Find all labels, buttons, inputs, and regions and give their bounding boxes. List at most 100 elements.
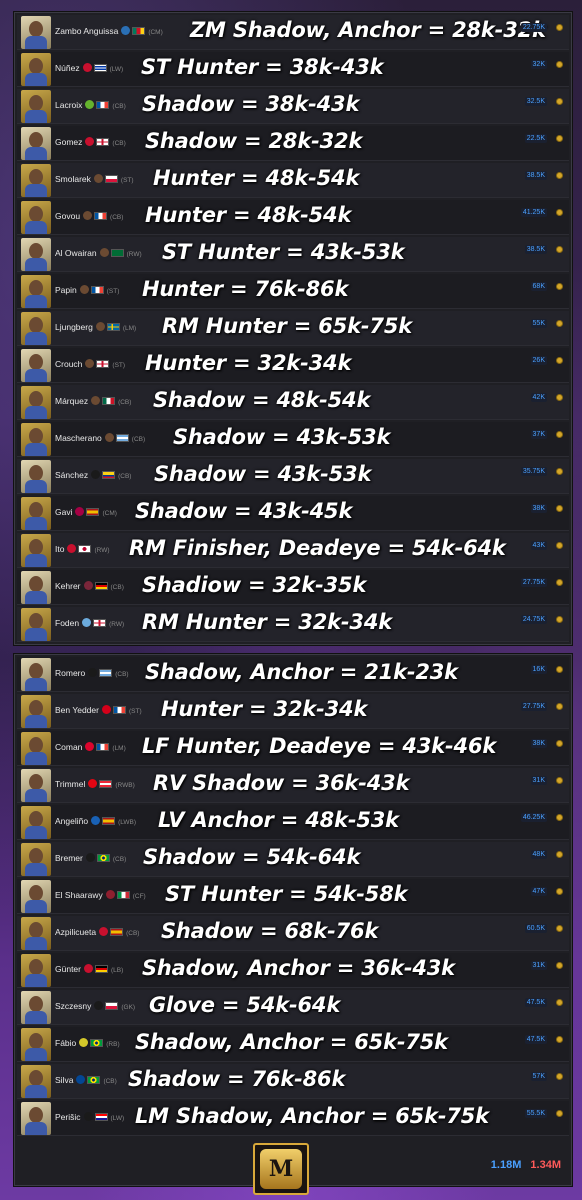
player-name-text: Sánchez: [55, 470, 89, 480]
player-avatar: [21, 917, 51, 950]
coin-icon: [556, 579, 563, 586]
player-row[interactable]: Gomez (CB) Shadow = 28k-32k 22.5K: [17, 126, 569, 161]
player-row[interactable]: Bremer (CB) Shadow = 54k-64k 48K: [17, 842, 569, 877]
player-name-text: El Shaarawy: [55, 890, 103, 900]
nation-flag-icon: [87, 1076, 101, 1084]
player-position: (CB): [118, 473, 132, 480]
player-row[interactable]: Kehrer (CB) Shadiow = 32k-35k 27.75K: [17, 570, 569, 605]
coin-icon: [556, 320, 563, 327]
player-name-text: Al Owairan: [55, 248, 97, 258]
nation-flag-icon: [94, 582, 108, 590]
player-position: (LM): [112, 745, 126, 752]
player-row[interactable]: Trimmel (RWB) RV Shadow = 36k-43k 31K: [17, 768, 569, 803]
coin-icon: [556, 542, 563, 549]
price-note-overlay: Shadow = 54k-64k: [143, 845, 361, 869]
player-row[interactable]: Silva (CB) Shadow = 76k-86k 57K: [17, 1064, 569, 1099]
player-row[interactable]: Perišic (LW) LM Shadow, Anchor = 65k-75k 55…: [17, 1101, 569, 1136]
player-row[interactable]: Márquez (CB) Shadow = 48k-54k 42K: [17, 385, 569, 420]
price-note-overlay: RM Hunter = 65k-75k: [162, 314, 413, 338]
player-price: 22.5K: [524, 134, 547, 143]
player-name-text: Smolarek: [55, 174, 91, 184]
player-row[interactable]: Ljungberg (LM) RM Hunter = 65k-75k 55K: [17, 311, 569, 346]
player-name: Al Owairan (RW): [55, 248, 142, 258]
player-row[interactable]: Fábio (RB) Shadow, Anchor = 65k-75k 47.5K: [17, 1027, 569, 1062]
player-price: 46.25K: [520, 813, 547, 822]
nation-flag-icon: [96, 138, 110, 146]
coin-icon: [556, 98, 563, 105]
player-list-panel-bottom: 1.18M 1.34M Romero (CB) Shadow, Anchor = 2…: [14, 654, 572, 1186]
player-position: (CB): [103, 1078, 117, 1085]
nation-flag-icon: [102, 397, 116, 405]
player-name-text: Fábio: [55, 1038, 77, 1048]
player-name: Lacroix (CB): [55, 100, 126, 110]
player-row[interactable]: Foden (RW) RM Hunter = 32k-34k 24.75K: [17, 607, 569, 642]
player-row[interactable]: Coman (LM) LF Hunter, Deadeye = 43k-46k 38K: [17, 731, 569, 766]
player-name: Szczesny (GK): [55, 1001, 135, 1011]
player-row[interactable]: Lacroix (CB) Shadow = 38k-43k 32.5K: [17, 89, 569, 124]
player-avatar: [21, 880, 51, 913]
player-name: Perišic (LW): [55, 1112, 124, 1122]
player-avatar: [21, 1102, 51, 1135]
nation-flag-icon: [90, 1039, 104, 1047]
player-price: 32.5K: [524, 97, 547, 106]
player-row[interactable]: Mascherano (CB) Shadow = 43k-53k 37K: [17, 422, 569, 457]
player-name: Fábio (RB): [55, 1038, 120, 1048]
player-avatar: [21, 954, 51, 987]
player-position: (ST): [106, 288, 120, 295]
club-badge-icon: [95, 322, 105, 331]
player-row[interactable]: Al Owairan (RW) ST Hunter = 43k-53k 38.5K: [17, 237, 569, 272]
price-note-overlay: ST Hunter = 43k-53k: [162, 240, 405, 264]
brand-logo: M: [253, 1143, 309, 1195]
player-name-text: Bremer: [55, 853, 83, 863]
coin-icon: [556, 925, 563, 932]
player-avatar: [21, 53, 51, 86]
price-note-overlay: RM Finisher, Deadeye = 54k-64k: [129, 536, 506, 560]
club-badge-icon: [85, 742, 95, 751]
nation-flag-icon: [110, 928, 124, 936]
player-row[interactable]: Govou (CB) Hunter = 48k-54k 41.25K: [17, 200, 569, 235]
player-price: 22.75K: [520, 23, 547, 32]
player-avatar: [21, 497, 51, 530]
player-row[interactable]: Papin (ST) Hunter = 76k-86k 68K: [17, 274, 569, 309]
player-row[interactable]: Günter (LB) Shadow, Anchor = 36k-43k 31K: [17, 953, 569, 988]
player-row[interactable]: El Shaarawy (CF) ST Hunter = 54k-58k 47K: [17, 879, 569, 914]
player-row[interactable]: Núñez (LW) ST Hunter = 38k-43k 32K: [17, 52, 569, 87]
club-badge-icon: [83, 1112, 93, 1121]
player-avatar: [21, 349, 51, 382]
player-position: (CB): [126, 930, 140, 937]
player-price: 57K: [530, 1072, 547, 1081]
player-position: (CM): [102, 510, 117, 517]
player-row[interactable]: Crouch (ST) Hunter = 32k-34k 26K: [17, 348, 569, 383]
coin-icon: [556, 135, 563, 142]
player-position: (CB): [112, 140, 126, 147]
player-row[interactable]: Smolarek (ST) Hunter = 48k-54k 38.5K: [17, 163, 569, 198]
player-row[interactable]: Ben Yedder (ST) Hunter = 32k-34k 27.75K: [17, 694, 569, 729]
player-name: Sánchez (CB): [55, 470, 131, 480]
player-row[interactable]: Angeliño (LWB) LV Anchor = 48k-53k 46.25K: [17, 805, 569, 840]
player-name-text: Coman: [55, 742, 83, 752]
player-row[interactable]: Zambo Anguissa (CM) ZM Shadow, Anchor = 28…: [17, 15, 569, 50]
player-avatar: [21, 164, 51, 197]
player-name-text: Zambo Anguissa: [55, 26, 119, 36]
player-name-text: Ito: [55, 544, 65, 554]
club-badge-icon: [79, 1038, 89, 1047]
nation-flag-icon: [105, 1002, 119, 1010]
player-row[interactable]: Szczesny (GK) Glove = 54k-64k 47.5K: [17, 990, 569, 1025]
club-badge-icon: [91, 470, 101, 479]
player-price: 47K: [530, 887, 547, 896]
player-row[interactable]: Gavi (CM) Shadow = 43k-45k 38K: [17, 496, 569, 531]
player-row[interactable]: Azpilicueta (CB) Shadow = 68k-76k 60.5K: [17, 916, 569, 951]
player-row[interactable]: Romero (CB) Shadow, Anchor = 21k-23k 16K: [17, 657, 569, 692]
player-row[interactable]: Sánchez (CB) Shadow = 43k-53k 35.75K: [17, 459, 569, 494]
player-price: 31K: [530, 961, 547, 970]
player-position: (LW): [109, 66, 124, 73]
player-price: 55.5K: [524, 1109, 547, 1118]
player-name-text: Perišic: [55, 1112, 81, 1122]
totals-bar: 1.18M 1.34M: [491, 1159, 561, 1171]
player-avatar: [21, 423, 51, 456]
price-note-overlay: Shadiow = 32k-35k: [142, 573, 367, 597]
club-badge-icon: [79, 285, 89, 294]
player-row[interactable]: Ito (RW) RM Finisher, Deadeye = 54k-64k 43K: [17, 533, 569, 568]
player-position: (ST): [120, 177, 134, 184]
club-badge-icon: [75, 507, 85, 516]
